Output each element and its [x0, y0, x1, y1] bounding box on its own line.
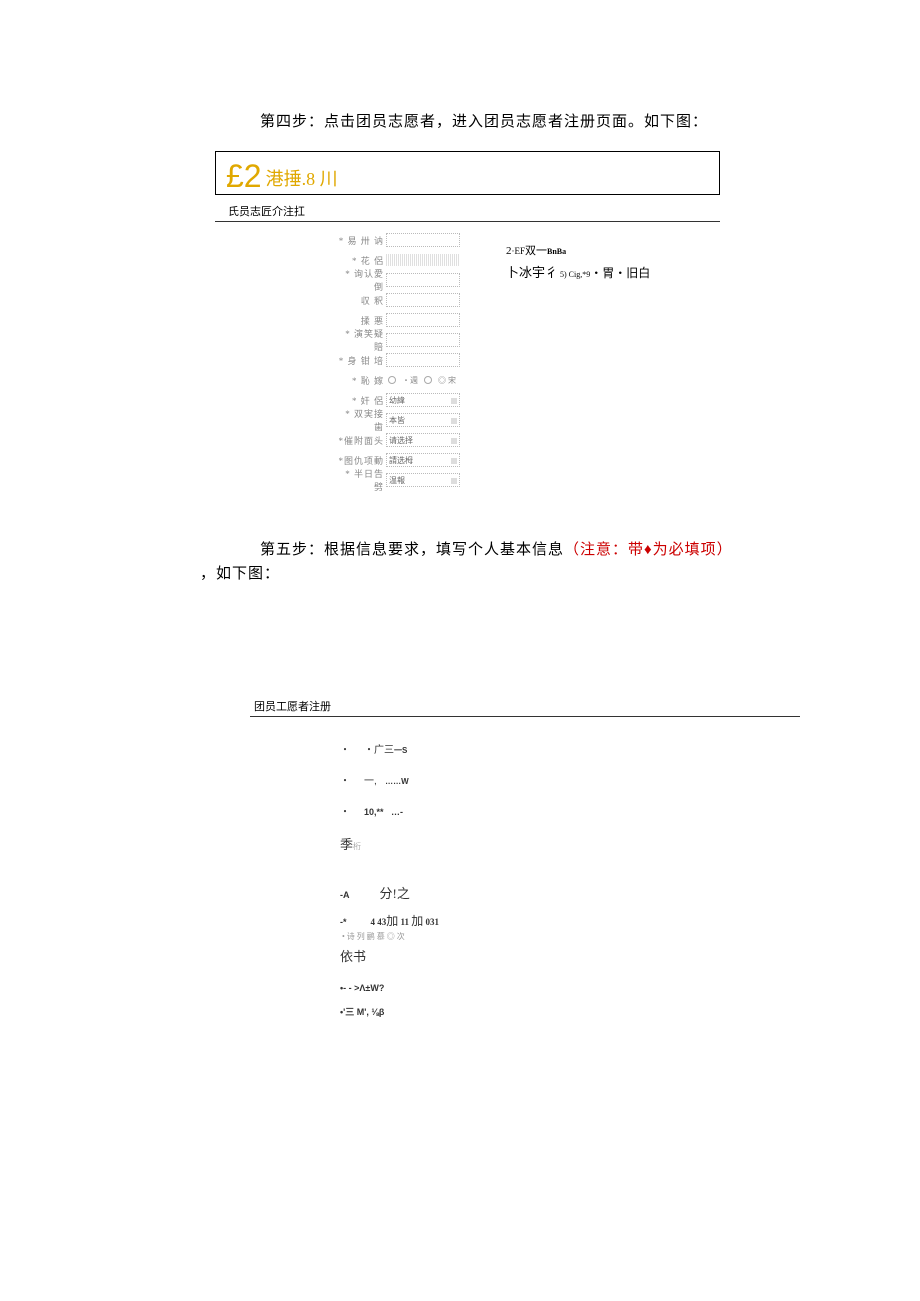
- section2-title: 团员工愿者注册: [254, 698, 920, 714]
- header-box: £2 港捶.8 川: [215, 151, 720, 195]
- note-text: ・胃・旧白: [590, 266, 650, 280]
- text-input[interactable]: [386, 293, 460, 307]
- select-input[interactable]: 幼緯: [386, 393, 460, 407]
- form2-text: 4 43加 11 加 031: [371, 912, 440, 929]
- form-row: * 演笑疑賠: [336, 332, 460, 348]
- note-text: 双一: [525, 245, 547, 257]
- form2-row: •'三 M', ⅛β: [340, 1005, 920, 1018]
- form-row: * 双実接歯本皆: [336, 412, 460, 428]
- step5-suffix: ，如下图：: [200, 562, 920, 586]
- form2-text: •'三 M', ⅛β: [340, 1005, 384, 1018]
- field-label: 収 釈: [336, 294, 384, 307]
- password-input[interactable]: [386, 254, 460, 266]
- step5-note: （注意：带♦为必填项）: [564, 542, 733, 558]
- header-symbol: £2: [226, 158, 262, 195]
- form2-text: 季桁: [340, 834, 361, 853]
- select-input[interactable]: 本皆: [386, 413, 460, 427]
- radio-icon: [388, 376, 396, 384]
- form2-text: •- - >Λ±W?: [340, 983, 384, 993]
- section2-underline: [250, 716, 800, 717]
- radio-group[interactable]: ・週 ◎ 宋: [388, 375, 456, 386]
- form2-row: ・ 一, ……W: [340, 772, 920, 787]
- form-row: * 身 钳 培: [336, 352, 460, 368]
- form2-subtext: • 诗 列 鹂 慕 ◎ 次: [342, 931, 920, 942]
- form1-column: * 易 卅 讷 * 花 侶 * 询认愛倒 収 釈 揉 悪 * 演笑疑賠 * 身 …: [336, 232, 460, 492]
- text-input[interactable]: [386, 313, 460, 327]
- form2-row: 季桁: [340, 834, 920, 853]
- form-row: * 易 卅 讷: [336, 232, 460, 248]
- field-label: * 易 卅 讷: [336, 234, 384, 247]
- form-row: *催附面头请选择: [336, 432, 460, 448]
- form-row: * 恥 嫁 ・週 ◎ 宋: [336, 372, 460, 388]
- field-label: * 恥 嫁: [336, 374, 384, 387]
- form2-row: -* 4 43加 11 加 031: [340, 912, 920, 929]
- form2-text: -A: [340, 890, 350, 900]
- note-text: 卜冰宇彳: [506, 265, 558, 280]
- form2-text: 一, ……W: [364, 772, 409, 787]
- form-row: * 花 侶: [336, 252, 460, 268]
- form-row: 揉 悪: [336, 312, 460, 328]
- select-input[interactable]: 请选择: [386, 433, 460, 447]
- text-input[interactable]: [386, 273, 460, 287]
- bullet-icon: ・: [340, 803, 350, 818]
- radio-label: ◎ 宋: [438, 375, 456, 386]
- section1-underline: [215, 221, 720, 222]
- text-input[interactable]: [386, 333, 460, 347]
- side-note-line: 卜冰宇彳 5) Cig,*9・胃・旧白: [506, 262, 650, 281]
- step5-block: 第五步：根据信息要求，填写个人基本信息（注意：带♦为必填项） ，如下图：: [260, 538, 920, 586]
- side-notes: 2·EF双一BnBa 卜冰宇彳 5) Cig,*9・胃・旧白: [506, 232, 650, 492]
- step5-prefix: 第五步：根据信息要求，填写个人基本信息: [260, 542, 564, 558]
- form2-row: ・ ・广三一S: [340, 741, 920, 756]
- form2-text: 分!之: [380, 883, 410, 902]
- field-label: *图仇项動: [336, 454, 384, 467]
- form2-area: ・ ・广三一S ・ 一, ……W ・ 10,** …- 季桁 -A 分!之 -*…: [340, 741, 920, 1018]
- select-input[interactable]: 請选栂: [386, 453, 460, 467]
- form-row: * 奸 侶幼緯: [336, 392, 460, 408]
- bullet-icon: ・: [340, 772, 350, 787]
- note-text: BnBa: [547, 247, 566, 256]
- section1-title: 氏员志匠介注扛: [228, 203, 920, 221]
- form2-text: 10,** …-: [364, 807, 403, 817]
- note-text: ·EF: [512, 246, 526, 256]
- form1-area: * 易 卅 讷 * 花 侶 * 询认愛倒 収 釈 揉 悪 * 演笑疑賠 * 身 …: [336, 232, 920, 492]
- form-row: *图仇项動請选栂: [336, 452, 460, 468]
- radio-icon: [424, 376, 432, 384]
- step4-text: 第四步：点击团员志愿者，进入团员志愿者注册页面。如下图：: [260, 110, 920, 131]
- header-cn-text: 港捶.8 川: [266, 165, 338, 191]
- field-label: * 奸 侶: [336, 394, 384, 407]
- text-input[interactable]: [386, 353, 460, 367]
- field-label: * 身 钳 培: [336, 354, 384, 367]
- bullet-icon: ・: [340, 741, 350, 756]
- form2-row: -A 分!之: [340, 883, 920, 902]
- note-text: 5) Cig,*9: [558, 270, 590, 279]
- form2-row: •- - >Λ±W?: [340, 983, 920, 993]
- form2-row: ・ 10,** …-: [340, 803, 920, 818]
- form-row: 収 釈: [336, 292, 460, 308]
- field-label: * 演笑疑賠: [336, 327, 384, 353]
- text-input[interactable]: [386, 233, 460, 247]
- radio-label: ・週: [402, 375, 418, 386]
- form-row: * 半日告劈温報: [336, 472, 460, 488]
- field-label: * 询认愛倒: [336, 267, 384, 293]
- form2-text: -*: [340, 917, 347, 927]
- field-label: *催附面头: [336, 434, 384, 447]
- form2-text: 依书: [340, 946, 366, 965]
- select-input[interactable]: 温報: [386, 473, 460, 487]
- form2-text: ・广三一S: [364, 741, 407, 756]
- side-note-line: 2·EF双一BnBa: [506, 242, 650, 258]
- form2-row: 依书: [340, 946, 920, 965]
- field-label: * 半日告劈: [336, 467, 384, 493]
- field-label: * 花 侶: [336, 254, 384, 267]
- field-label: * 双実接歯: [336, 407, 384, 433]
- form-row: * 询认愛倒: [336, 272, 460, 288]
- field-label: 揉 悪: [336, 314, 384, 327]
